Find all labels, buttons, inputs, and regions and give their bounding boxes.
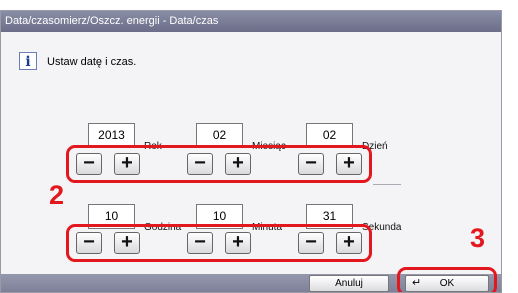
divider — [373, 184, 401, 185]
cancel-button[interactable]: Anuluj — [309, 275, 389, 292]
ok-button-highlight — [397, 267, 497, 292]
date-time-screen: Data/czasomierz/Oszcz. energii - Data/cz… — [0, 10, 502, 293]
callout-3: 3 — [470, 223, 486, 253]
callout-2: 2 — [49, 180, 65, 210]
page-edge — [505, 10, 518, 293]
date-buttons-highlight — [66, 145, 372, 183]
instruction-message: Ustaw datę i czas. — [47, 56, 137, 68]
info-icon: i — [19, 52, 37, 70]
time-buttons-highlight — [66, 224, 372, 262]
window-title: Data/czasomierz/Oszcz. energii - Data/cz… — [1, 11, 501, 32]
